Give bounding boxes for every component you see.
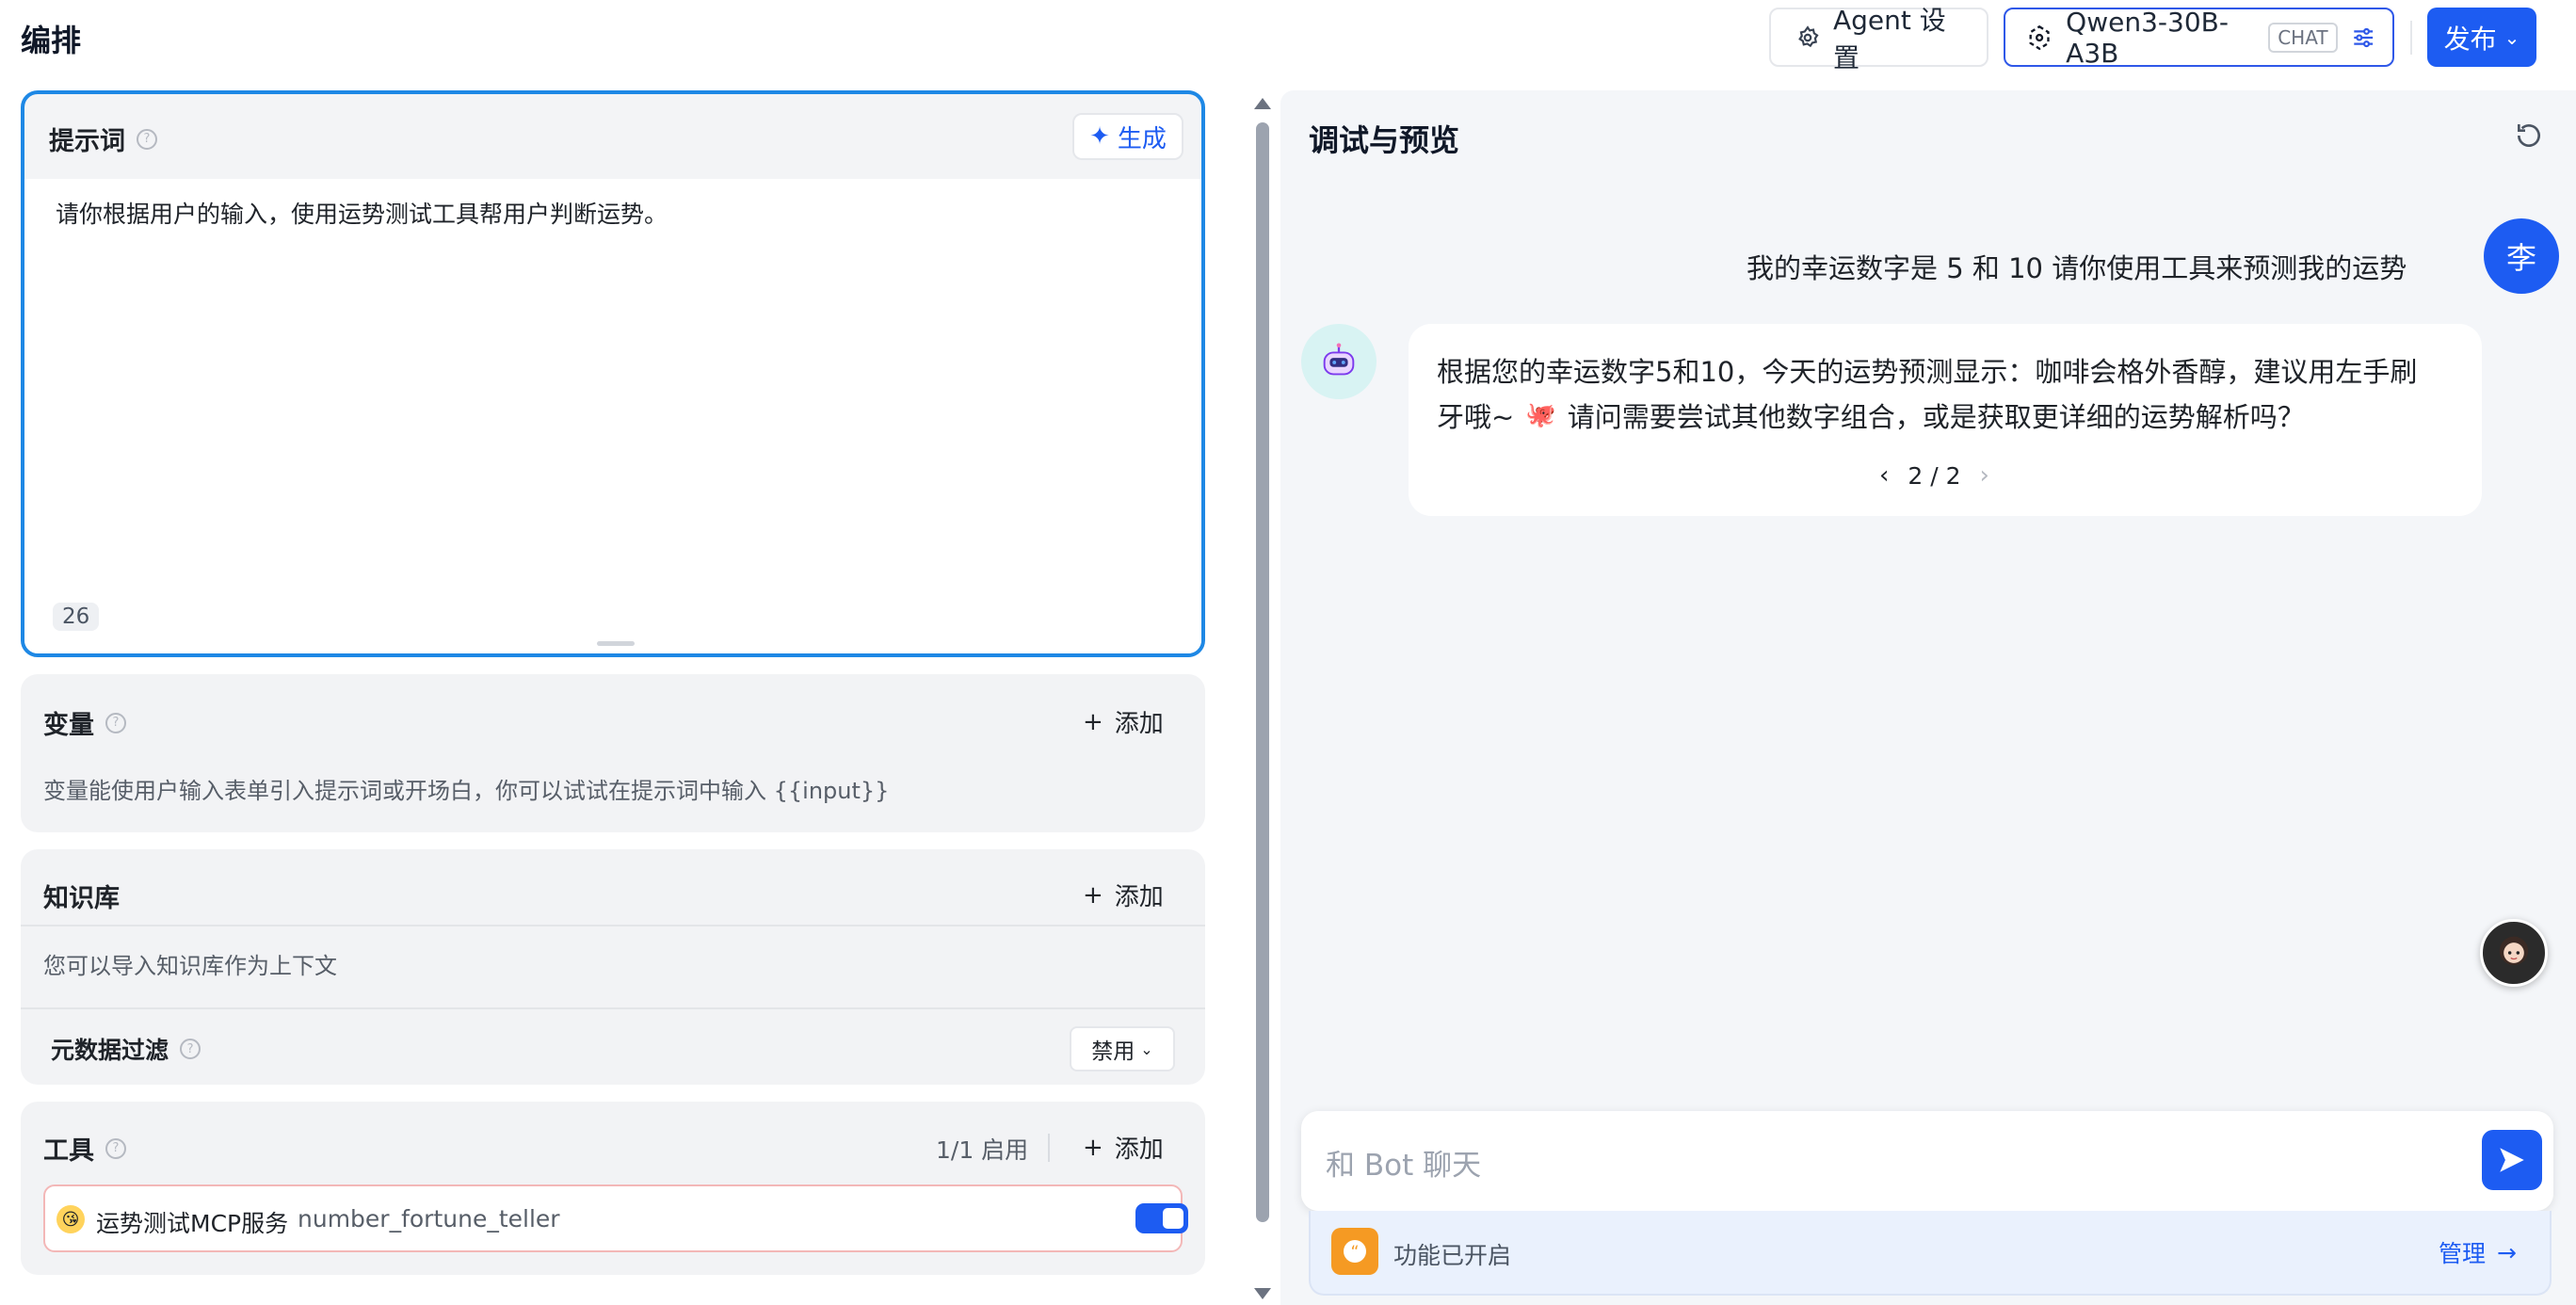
octopus-emoji-icon: 🐙 xyxy=(1525,401,1556,429)
bot-message-bubble: 根据您的幸运数字5和10，今天的运势预测显示：咖啡会格外香醇，建议用左手刷 牙哦… xyxy=(1409,324,2482,516)
robot-icon xyxy=(1323,343,1355,376)
publish-button[interactable]: 发布 ⌄ xyxy=(2427,8,2536,67)
add-label: 添加 xyxy=(1114,710,1164,738)
generate-label: 生成 xyxy=(1117,124,1167,153)
knowledge-section: 知识库 + 添加 您可以导入知识库作为上下文 元数据过滤 ? 禁用 ⌄ xyxy=(21,849,1205,1085)
plus-icon: + xyxy=(1083,1133,1103,1162)
tools-title: 工具 xyxy=(43,1136,94,1166)
metadata-filter-label: 元数据过滤 xyxy=(51,1037,169,1064)
agent-settings-label: Agent 设置 xyxy=(1832,4,1946,73)
generate-button[interactable]: ✦ 生成 xyxy=(1072,113,1183,160)
user-avatar: 李 xyxy=(2484,218,2559,294)
page-title: 编排 xyxy=(21,23,82,58)
bot-message-text-a: 牙哦~ xyxy=(1437,401,1515,433)
manage-label: 管理 xyxy=(2439,1240,2487,1267)
prompt-panel: 提示词 ? ✦ 生成 请你根据用户的输入，使用运势测试工具帮用户判断运势。 26 xyxy=(21,90,1205,657)
bot-message-text-b: 请问需要尝试其他数字组合，或是获取更详细的运势解析吗？ xyxy=(1567,401,2305,433)
send-button[interactable] xyxy=(2482,1130,2542,1190)
variables-title: 变量 xyxy=(43,711,94,740)
add-label: 添加 xyxy=(1114,1136,1164,1164)
metadata-filter-select[interactable]: 禁用 ⌄ xyxy=(1070,1026,1175,1071)
sliders-icon[interactable] xyxy=(2351,24,2375,52)
divider xyxy=(21,1007,1205,1009)
tool-name: 运势测试MCP服务 xyxy=(96,1210,289,1237)
divider xyxy=(21,925,1205,926)
sparkle-icon: ✦ xyxy=(1089,122,1110,151)
chat-input-box[interactable]: 和 Bot 聊天 xyxy=(1301,1111,2553,1211)
chevron-down-icon: ⌄ xyxy=(2504,25,2520,49)
variables-section: 变量 ? + 添加 变量能使用户输入表单引入提示词或开场白，你可以试试在提示词中… xyxy=(21,674,1205,832)
prompt-title: 提示词 xyxy=(49,127,125,156)
send-icon xyxy=(2500,1148,2524,1172)
filter-value: 禁用 xyxy=(1091,1039,1135,1064)
variables-description: 变量能使用户输入表单引入提示词或开场白，你可以试试在提示词中输入 {{input… xyxy=(43,778,890,804)
help-icon[interactable]: ? xyxy=(137,128,157,150)
add-tool-button[interactable]: + 添加 xyxy=(1083,1130,1164,1165)
add-label: 添加 xyxy=(1114,883,1164,911)
bot-message-line-1: 根据您的幸运数字5和10，今天的运势预测显示：咖啡会格外香醇，建议用左手刷 xyxy=(1437,356,2418,388)
scroll-up-arrow-icon[interactable] xyxy=(1254,98,1271,109)
chevron-left-icon[interactable]: ‹ xyxy=(1879,461,1889,490)
pager-text: 2 / 2 xyxy=(1908,461,1961,490)
scroll-down-arrow-icon[interactable] xyxy=(1254,1288,1271,1299)
tools-enabled-count: 1/1 启用 xyxy=(936,1136,1029,1164)
model-logo-icon xyxy=(2029,24,2050,50)
bot-avatar xyxy=(1301,324,1377,399)
help-icon[interactable]: ? xyxy=(105,712,126,733)
agent-settings-button[interactable]: Agent 设置 xyxy=(1769,5,1988,73)
knowledge-title: 知识库 xyxy=(43,884,120,913)
add-knowledge-button[interactable]: + 添加 xyxy=(1083,878,1164,912)
resize-handle[interactable] xyxy=(597,641,635,646)
scrollbar-thumb[interactable] xyxy=(1256,122,1269,1222)
tool-emoji-icon: 😘 xyxy=(56,1205,85,1233)
prompt-text[interactable]: 请你根据用户的输入，使用运势测试工具帮用户判断运势。 xyxy=(56,196,668,230)
help-icon[interactable]: ? xyxy=(180,1039,201,1059)
refresh-icon[interactable] xyxy=(2514,121,2544,151)
manage-link[interactable]: 管理 → xyxy=(2439,1235,2517,1269)
header-divider xyxy=(2410,21,2412,55)
user-message: 我的幸运数字是 5 和 10 请你使用工具来预测我的运势 xyxy=(1747,252,2407,284)
knowledge-header: 知识库 xyxy=(43,878,120,914)
model-selector[interactable]: Qwen3-30B-A3B CHAT xyxy=(2004,6,2394,69)
publish-label: 发布 xyxy=(2443,23,2497,55)
tool-enable-toggle[interactable] xyxy=(1135,1203,1188,1233)
tool-item[interactable]: 😘 运势测试MCP服务 number_fortune_teller xyxy=(43,1184,1188,1252)
chevron-down-icon: ⌄ xyxy=(1140,1039,1153,1058)
add-variable-button[interactable]: + 添加 xyxy=(1083,704,1164,739)
char-count: 26 xyxy=(53,603,100,631)
bot-message-line-2: 牙哦~ 🐙 请问需要尝试其他数字组合，或是获取更详细的运势解析吗？ xyxy=(1437,395,2305,435)
model-name: Qwen3-30B-A3B xyxy=(2066,6,2229,69)
assistant-floating-avatar[interactable] xyxy=(2480,919,2548,987)
debug-title: 调试与预览 xyxy=(1309,122,1460,158)
metadata-filter-header: 元数据过滤 ? xyxy=(51,1032,201,1066)
plus-icon: + xyxy=(1083,880,1103,910)
knowledge-description: 您可以导入知识库作为上下文 xyxy=(43,953,337,979)
chevron-right-icon[interactable]: › xyxy=(1980,461,1989,490)
girl-avatar-icon xyxy=(2499,936,2529,965)
plus-icon: + xyxy=(1083,707,1103,736)
arrow-right-icon: → xyxy=(2497,1238,2517,1266)
model-type-badge: CHAT xyxy=(2268,22,2338,53)
gear-icon xyxy=(1798,24,1819,47)
feature-icon: “ xyxy=(1331,1228,1378,1275)
prompt-header: 提示词 ? xyxy=(49,121,157,157)
tools-header: 工具 ? xyxy=(43,1130,126,1167)
feature-status: 功能已开启 xyxy=(1393,1242,1512,1269)
tool-id: number_fortune_teller xyxy=(298,1205,560,1232)
tools-section: 工具 ? 1/1 启用 + 添加 😘 运势测试MCP服务 number_fort… xyxy=(21,1102,1205,1275)
variables-header: 变量 ? xyxy=(43,704,126,741)
help-icon[interactable]: ? xyxy=(105,1137,126,1159)
response-pager: ‹ 2 / 2 › xyxy=(1879,461,1989,490)
chat-input-placeholder[interactable]: 和 Bot 聊天 xyxy=(1326,1141,1481,1184)
svg-text:“: “ xyxy=(1351,1244,1360,1263)
feature-bar: “ 功能已开启 管理 → xyxy=(1309,1211,2552,1296)
prompt-editor[interactable] xyxy=(24,179,1201,653)
quote-icon: “ xyxy=(1344,1240,1366,1263)
divider xyxy=(1048,1134,1050,1162)
